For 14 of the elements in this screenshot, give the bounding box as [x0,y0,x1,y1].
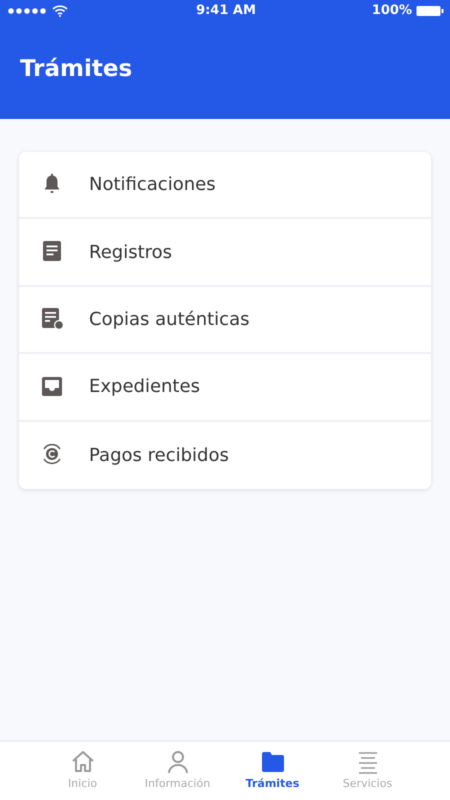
battery-icon [416,5,444,17]
status-time: 9:41 AM [196,2,256,20]
tab[interactable]: Trámites [232,742,312,800]
menu-item[interactable]: Notificaciones [19,152,431,220]
menu-item[interactable]: Copias auténticas [19,286,431,354]
inbox-icon [41,374,65,399]
wifi-icon [52,5,68,17]
menu-item[interactable]: Pagos recibidos [19,422,431,489]
page-title: Trámites [19,55,134,84]
document-seal-icon [41,307,65,332]
signal-icon [8,8,48,14]
menu-item[interactable]: Expedientes [19,354,431,422]
battery-percent: 100% [372,2,412,20]
menu-item[interactable]: Registros [19,219,431,287]
